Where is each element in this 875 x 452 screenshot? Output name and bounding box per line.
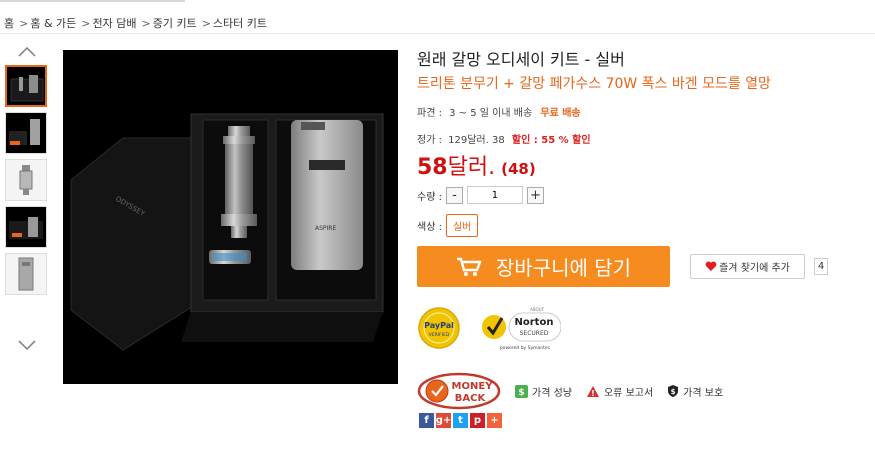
svg-text:$: $ [671,388,676,396]
list-price-label: 정가 : [417,135,442,146]
product-info: 원래 갈망 오디세이 키트 - 실버 트리톤 분무기 + 갈망 페가수스 70W… [417,50,867,428]
quantity-input[interactable] [466,186,523,204]
breadcrumb: 홈 > 홈 & 가든 > 전자 담배 > 증기 키트 > 스타터 키트 [4,15,269,31]
thumbnail-3[interactable] [5,159,47,201]
money-back-badge: MONEY BACK [417,372,501,410]
list-price-row: 정가 : 129달러. 38 할인 : 55 % 할인 [417,131,591,146]
more-share-icon[interactable]: + [487,413,502,428]
add-favorite-label: 즐겨 찾기에 추가 [719,263,790,274]
trust-badges: PayPal VERIFIED ABOUT Norton SECURED pow… [417,305,561,351]
svg-text:powered by Symantec: powered by Symantec [500,345,551,351]
guarantee-row: MONEY BACK $ 가격 성냥 ! 오류 보고서 $ 가격 보호 [417,372,723,410]
dollar-icon: $ [515,384,528,398]
chevron-down-icon[interactable] [16,338,38,352]
share-buttons: f g+ t p + [419,413,504,428]
twitter-icon[interactable]: t [453,413,468,428]
price-match-link[interactable]: $ 가격 성냥 [515,384,572,399]
shipping-time: 3 ~ 5 일 이내 배송 [449,108,533,119]
svg-text:ABOUT: ABOUT [530,307,544,312]
warning-icon: ! [586,385,599,398]
report-error-link[interactable]: ! 오류 보고서 [586,384,653,399]
top-divider [0,0,185,2]
svg-text:Norton: Norton [515,317,554,328]
breadcrumb-starter-kits[interactable]: 스타터 키트 [213,17,267,30]
svg-text:$: $ [518,388,524,398]
thumbnail-1[interactable] [5,65,47,107]
price-protect-link[interactable]: $ 가격 보호 [667,384,723,399]
list-price: 129달러. 38 [448,135,505,146]
quantity-label: 수량 : [417,191,442,203]
google-plus-icon[interactable]: g+ [436,413,451,428]
discount-label: 할인 : 55 % 할인 [511,135,591,146]
price-cents: (48) [501,160,536,178]
product-main-image[interactable]: ASPIRE ODYSSEY [63,50,398,384]
paypal-verified-badge: PayPal VERIFIED [418,307,460,349]
norton-secured-badge: ABOUT Norton SECURED powered by Symantec [482,307,561,351]
svg-text:SECURED: SECURED [520,330,549,337]
thumbnail-5[interactable] [5,253,47,295]
free-shipping: 무료 배송 [540,108,581,119]
add-to-cart-label: 장바구니에 담기 [495,256,632,280]
product-title: 원래 갈망 오디세이 키트 - 실버 [417,50,625,69]
quantity-decrease-button[interactable]: - [445,186,463,204]
color-option-silver[interactable]: 실버 [445,214,479,237]
breadcrumb-separator: > [81,17,91,30]
price-protect-label: 가격 보호 [683,387,724,399]
breadcrumb-divider [0,33,875,34]
breadcrumb-separator: > [19,17,29,30]
product-subtitle: 트리톤 분무기 + 갈망 페가수스 70W 폭스 바겐 모드를 열망 [417,76,771,92]
price-match-label: 가격 성냥 [532,387,572,399]
add-favorite-button[interactable]: 즐겨 찾기에 추가 [690,254,805,279]
breadcrumb-home[interactable]: 홈 [4,17,14,30]
facebook-icon[interactable]: f [419,413,434,428]
report-error-label: 오류 보고서 [603,387,654,399]
sale-price: 58 [417,155,448,180]
svg-text:ASPIRE: ASPIRE [315,225,336,232]
color-label: 색상 : [417,222,442,233]
breadcrumb-e-cigarette[interactable]: 전자 담배 [93,17,137,30]
breadcrumb-separator: > [201,17,211,30]
svg-text:MONEY: MONEY [452,381,494,392]
breadcrumb-separator: > [141,17,151,30]
quantity-row: 수량 : - + [417,186,544,204]
chevron-up-icon[interactable] [16,45,38,59]
quantity-increase-button[interactable]: + [526,186,544,204]
thumbnail-2[interactable] [5,112,47,154]
svg-text:VERIFIED: VERIFIED [429,332,450,338]
shipping-label: 파견 : [417,108,442,119]
color-row: 색상 : 실버 [417,214,479,237]
pinterest-icon[interactable]: p [470,413,485,428]
shield-icon: $ [668,385,679,397]
favorite-count: 4 [814,258,828,275]
breadcrumb-vape-kits[interactable]: 증기 키트 [153,17,197,30]
thumbnail-gallery [5,45,49,352]
svg-text:BACK: BACK [455,393,487,404]
thumbnail-4[interactable] [5,206,47,248]
vape-kit-illustration: ASPIRE ODYSSEY [63,50,398,384]
price-unit: 달러. [447,155,496,180]
heart-icon [705,261,717,271]
breadcrumb-home-garden[interactable]: 홈 & 가든 [30,17,76,30]
svg-text:!: ! [591,389,595,398]
shipping-row: 파견 : 3 ~ 5 일 이내 배송 무료 배송 [417,104,581,119]
cart-icon [456,257,482,276]
svg-text:PayPal: PayPal [424,321,454,330]
price-row: 58달러. (48) [417,149,536,181]
add-to-cart-button[interactable]: 장바구니에 담기 [417,246,670,287]
